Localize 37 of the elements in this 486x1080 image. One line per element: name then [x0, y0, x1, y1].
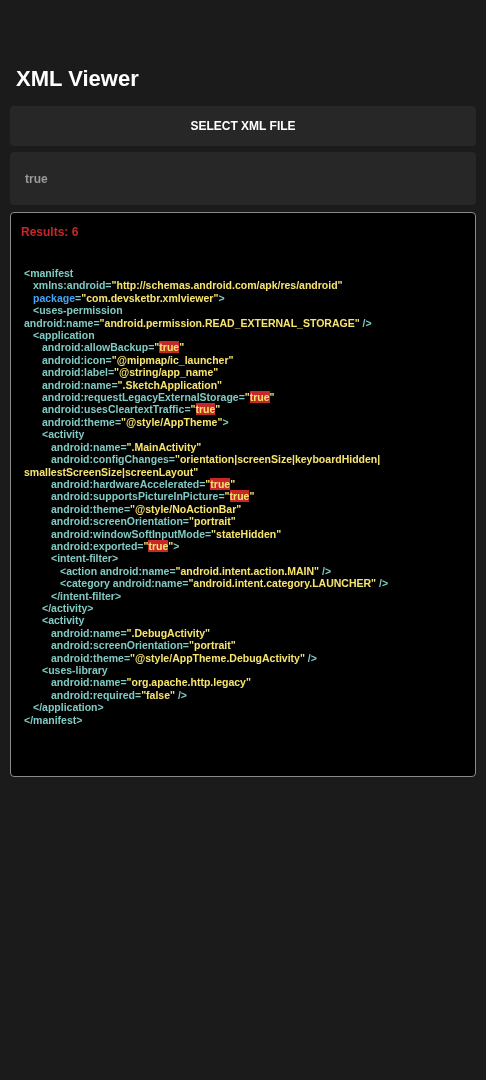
code-line: android:required="false" /> — [50, 688, 188, 702]
code-line: android:requestLegacyExternalStorage="true" — [41, 391, 276, 404]
code-line: <uses-library — [41, 664, 109, 677]
code-line: <uses-permission — [32, 304, 124, 317]
code-line: package="com.devsketbr.xmlviewer"> — [32, 291, 226, 305]
code-line: android:allowBackup="true" — [41, 341, 186, 354]
code-line: android:name="android.permission.READ_EXTERNAL_STORAGE" /> — [24, 316, 373, 330]
code-line: <category android:name="android.intent.category.LAUNCHER" /> — [59, 577, 390, 590]
code-line: android:theme="@style/NoActionBar" — [50, 502, 243, 516]
code-line: <manifest — [24, 267, 75, 280]
code-line: <activity — [41, 614, 86, 627]
code-line: android:name=".MainActivity" — [50, 440, 203, 454]
results-count: Results: 6 — [21, 224, 80, 241]
code-line: <activity — [41, 428, 86, 441]
code-line: android:label="@string/app_name" — [41, 366, 220, 379]
code-line: <application — [32, 329, 96, 342]
code-line: xmlns:android="http://schemas.android.com/apk/res/android" — [32, 279, 344, 292]
code-line: android:configChanges="orientation|screenSize|keyboardHidden| — [50, 453, 382, 466]
code-line: smallestScreenSize|screenLayout" — [24, 465, 200, 478]
code-line: android:theme="@style/AppTheme"> — [41, 415, 230, 429]
select-file-button[interactable]: SELECT XML FILE — [10, 106, 476, 146]
code-line: android:name="org.apache.http.legacy" — [50, 676, 252, 689]
code-line: android:name=".DebugActivity" — [50, 626, 212, 640]
code-line: <action android:name="android.intent.action.MAIN" /> — [59, 564, 333, 578]
code-line: android:theme="@style/AppTheme.DebugActivity" /> — [50, 651, 318, 664]
code-line: android:screenOrientation="portrait" — [50, 515, 237, 528]
code-line: <intent-filter> — [50, 552, 120, 565]
code-line: </application> — [32, 701, 105, 714]
code-line: android:screenOrientation="portrait" — [50, 639, 237, 652]
app-title: XML Viewer — [16, 65, 140, 93]
code-line: android:name=".SketchApplication" — [41, 378, 224, 392]
code-line: </activity> — [41, 601, 95, 615]
code-line: </manifest> — [24, 713, 84, 727]
code-line: android:windowSoftInputMode="stateHidden" — [50, 527, 283, 540]
code-line: android:icon="@mipmap/ic_launcher" — [41, 353, 235, 367]
search-field[interactable]: true — [10, 152, 476, 205]
code-line: </intent-filter> — [50, 589, 122, 602]
